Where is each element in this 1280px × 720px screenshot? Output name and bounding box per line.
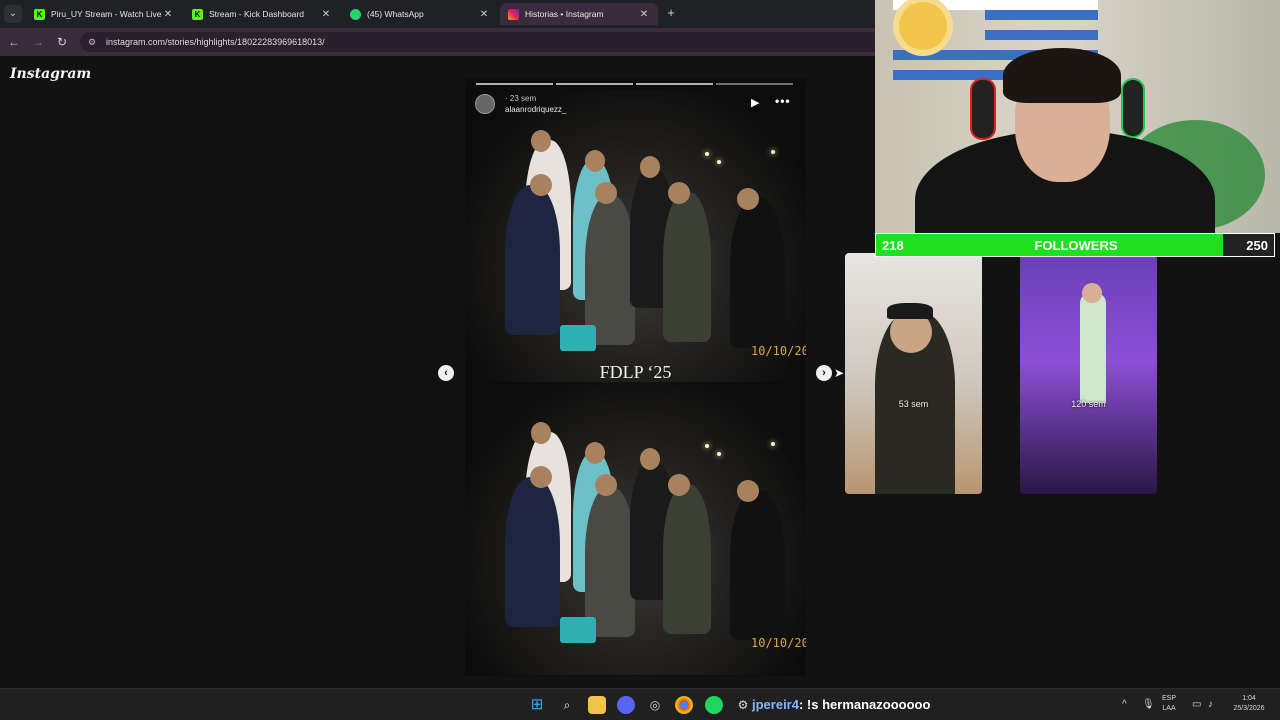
- spotify-icon[interactable]: [705, 696, 723, 714]
- new-tab-plus-icon[interactable]: +: [664, 5, 678, 21]
- site-info-icon[interactable]: ⚙: [88, 37, 100, 48]
- flag-sun: [899, 2, 947, 50]
- back-arrow-icon[interactable]: ←: [6, 34, 22, 50]
- instagram-icon: [508, 8, 519, 20]
- tab-instagram[interactable]: Historias • Instagram ✕: [500, 3, 658, 25]
- story-avatar[interactable]: [475, 94, 495, 114]
- story-progress-segment: [716, 83, 793, 85]
- followers-label: FOLLOWERS: [1034, 238, 1118, 253]
- story-header: · 23 sem alaanrodriquezz_ ▶ •••: [475, 92, 795, 118]
- play-icon[interactable]: ▶: [751, 96, 763, 110]
- story-progress-segment: [636, 83, 713, 85]
- story-photo-bottom: 10/10/20:: [465, 382, 806, 675]
- close-tab-icon[interactable]: ✕: [162, 9, 174, 20]
- story-username[interactable]: alaanrodriquezz_: [505, 105, 566, 114]
- address-bar[interactable]: ⚙ instagram.com/stories/highlights/18022…: [80, 32, 875, 52]
- webcam-overlay: [875, 0, 1280, 233]
- followers-goal-bar: FOLLOWERS 218 250: [875, 233, 1275, 257]
- tab-kick-stream[interactable]: K Piru_UY Stream - Watch Live on ✕: [26, 3, 182, 25]
- windows-start-icon[interactable]: ⊞: [528, 696, 546, 714]
- side-story-time: 53 sem: [898, 399, 929, 409]
- kick-icon: K: [192, 8, 203, 20]
- photo-date-stamp: 10/10/20:: [751, 636, 806, 650]
- microphone-icon[interactable]: 🎙: [1142, 699, 1155, 710]
- followers-current: 218: [882, 238, 904, 253]
- tray-chevron-up-icon[interactable]: ^: [1122, 699, 1127, 710]
- story-caption: FDLP ‘25: [599, 362, 672, 382]
- kick-icon: K: [34, 8, 45, 20]
- tab-whatsapp[interactable]: (45) WhatsApp ✕: [342, 3, 498, 25]
- instagram-logo[interactable]: Instagram: [10, 66, 91, 82]
- reload-icon[interactable]: ↻: [54, 34, 70, 50]
- side-story-preview[interactable]: 120 sem: [1020, 253, 1157, 494]
- clock[interactable]: 1:04 25/3/2026: [1226, 694, 1272, 714]
- previous-story-chevron-icon[interactable]: ‹: [438, 365, 454, 381]
- more-options-icon[interactable]: •••: [775, 94, 791, 108]
- story-progress-segment: [476, 83, 553, 85]
- chat-overlay-message: jpereir4: !s hermanazoooooo: [752, 697, 930, 712]
- close-tab-icon[interactable]: ✕: [320, 9, 332, 20]
- windows-taskbar: ⊞ ⌕ ◎ ⚙ jpereir4: !s hermanazoooooo ^ 🎙 …: [0, 688, 1280, 720]
- next-story-chevron-icon[interactable]: ›: [816, 365, 832, 381]
- story-progress-segment: [556, 83, 633, 85]
- followers-goal: 250: [1246, 238, 1268, 253]
- url-text: instagram.com/stories/highlights/1802228…: [106, 37, 325, 47]
- side-story-time: 120 sem: [1071, 399, 1106, 409]
- photo-date-stamp: 10/10/20:: [751, 344, 806, 358]
- chrome-icon[interactable]: [675, 696, 693, 714]
- story-time: · 23 sem: [505, 94, 537, 103]
- side-story-preview[interactable]: 53 sem: [845, 253, 982, 494]
- settings-gear-icon[interactable]: ⚙: [734, 696, 752, 714]
- steam-icon[interactable]: ◎: [646, 696, 664, 714]
- mouse-cursor-icon: ➤: [834, 366, 845, 380]
- close-tab-icon[interactable]: ✕: [478, 9, 490, 20]
- display-icon[interactable]: ▭: [1192, 699, 1201, 710]
- whatsapp-icon: [350, 8, 361, 20]
- close-tab-icon[interactable]: ✕: [638, 9, 650, 20]
- chat-username: jpereir4: [752, 697, 799, 712]
- file-explorer-icon[interactable]: [588, 696, 606, 714]
- story-photo-top: 10/10/20:: [465, 90, 806, 383]
- browser-nav-bar: ← → ↻ ⚙ instagram.com/stories/highlights…: [0, 28, 875, 56]
- chat-message-text: : !s hermanazoooooo: [798, 697, 931, 712]
- discord-icon[interactable]: [617, 696, 635, 714]
- browser-tab-bar: ⌄ K Piru_UY Stream - Watch Live on ✕ K S…: [0, 0, 875, 28]
- tab-search-chevron-icon[interactable]: ⌄: [4, 5, 22, 23]
- search-icon[interactable]: ⌕: [558, 696, 576, 714]
- volume-icon[interactable]: ♪: [1208, 699, 1213, 710]
- forward-arrow-icon[interactable]: →: [30, 34, 46, 50]
- tab-kick-dashboard[interactable]: K Stream - Kick Dashboard ✕: [184, 3, 340, 25]
- input-language[interactable]: ESP LAA: [1162, 694, 1176, 714]
